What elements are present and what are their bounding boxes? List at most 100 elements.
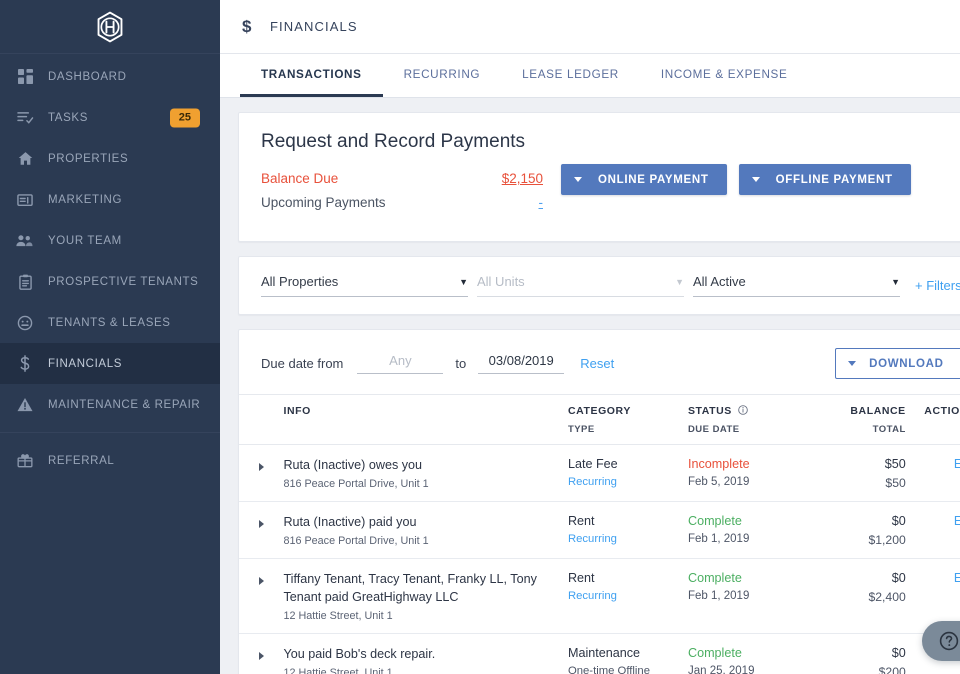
date-from-input[interactable]: Any [357,353,444,374]
col-type-label: TYPE [567,424,595,435]
table-row[interactable]: Tiffany Tenant, Tracy Tenant, Franky LL,… [239,558,960,634]
cell-category: Maintenance One-time Offline [567,633,688,674]
due-date-from-label: Due date from [261,356,344,371]
type-value[interactable]: Recurring [568,590,688,602]
due-date-value: Jan 25, 2019 [687,664,755,674]
info-main: Tiffany Tenant, Tracy Tenant, Franky LL,… [283,572,537,604]
cell-status: Complete Jan 25, 2019 [687,633,811,674]
cell-info: Ruta (Inactive) owes you 816 Peace Porta… [283,444,568,502]
chevron-right-icon [258,577,264,585]
tab-income-expense[interactable]: INCOME & EXPENSE [640,54,809,97]
reset-dates-button[interactable]: Reset [580,356,614,371]
cell-info: Ruta (Inactive) paid you 816 Peace Porta… [283,501,568,559]
cell-status: Incomplete Feb 5, 2019 [687,444,811,502]
balance-due-value[interactable]: $2,150 [483,171,543,186]
chevron-right-icon [258,651,264,660]
cell-info: Tiffany Tenant, Tracy Tenant, Franky LL,… [283,558,568,634]
online-payment-button[interactable]: ONLINE PAYMENT [561,164,727,195]
status-select[interactable]: All Active ▼ [693,274,900,297]
download-button[interactable]: DOWNLOAD [835,348,960,379]
main-area: $ FINANCIALS TRANSACTIONS RECURRING LEAS… [220,0,960,674]
category-value: Rent [567,514,595,528]
sidebar-item-tasks[interactable]: TASKS 25 [0,97,220,138]
type-value[interactable]: Recurring [568,533,688,545]
sidebar-item-label: DASHBOARD [48,70,127,83]
info-main: Ruta (Inactive) paid you [283,515,417,529]
row-action-link[interactable]: Edit [906,457,960,471]
cell-balance: $50 $50 [810,444,906,502]
sidebar-item-prospective-tenants[interactable]: PROSPECTIVE TENANTS [0,261,220,302]
table-head: INFO CATEGORY TYPE STATUS DUE DATE BALAN… [239,394,960,445]
col-status: STATUS DUE DATE [687,394,811,445]
dollar-sign-icon [12,355,38,372]
col-actions: ACTIONS [905,394,960,445]
help-button[interactable]: Help [922,621,960,661]
col-status-label-wrap: STATUS [688,405,810,417]
row-action-link[interactable]: Edit [906,571,960,585]
total-value: $200 [878,664,906,674]
cell-actions: Edit [905,444,960,502]
tab-recurring[interactable]: RECURRING [383,54,502,97]
tab-transactions[interactable]: TRANSACTIONS [240,54,383,97]
sidebar-logo[interactable] [0,0,220,54]
table-row[interactable]: You paid Bob's deck repair. 12 Hattie St… [239,633,960,674]
sidebar-item-label: FINANCIALS [48,357,123,370]
col-total-label: TOTAL [872,424,906,435]
row-expander[interactable] [239,444,284,502]
sidebar-item-referral[interactable]: REFERRAL [0,440,220,481]
sidebar-item-properties[interactable]: PROPERTIES [0,138,220,179]
category-value: Rent [567,571,595,585]
sidebar-item-marketing[interactable]: MARKETING [0,179,220,220]
cell-balance: $0 $1,200 [810,501,906,559]
cell-category: Rent Recurring [567,558,688,634]
unit-select-value: All Units [477,274,525,289]
tab-lease-ledger[interactable]: LEASE LEDGER [501,54,640,97]
status-badge: Complete [687,571,742,585]
cell-balance: $0 $2,400 [810,558,906,634]
sidebar-item-financials[interactable]: FINANCIALS [0,343,220,384]
filters-card: All Properties ▼ All Units ▼ All Active … [238,256,960,315]
online-payment-label: ONLINE PAYMENT [598,173,709,186]
transactions-table-card: Due date from Any to 03/08/2019 Reset DO… [238,329,960,674]
total-value: $1,200 [868,533,906,547]
row-action-link[interactable]: Edit [906,514,960,528]
sidebar-item-label: MAINTENANCE & REPAIR [48,398,201,411]
property-select[interactable]: All Properties ▼ [261,274,468,297]
col-balance-label: BALANCE [850,405,906,417]
sidebar: DASHBOARD TASKS 25 PROPERTIES MARKETING … [0,0,220,674]
chevron-right-icon [258,520,264,528]
table-row[interactable]: Ruta (Inactive) paid you 816 Peace Porta… [239,501,960,559]
transactions-table: INFO CATEGORY TYPE STATUS DUE DATE BALAN… [239,394,960,674]
total-value: $2,400 [868,590,906,604]
sidebar-item-your-team[interactable]: YOUR TEAM [0,220,220,261]
row-expander[interactable] [239,501,284,559]
row-expander[interactable] [239,558,284,634]
info-circle-icon[interactable] [738,405,749,415]
unit-select[interactable]: All Units ▼ [477,274,684,297]
sidebar-item-tenants-leases[interactable]: TENANTS & LEASES [0,302,220,343]
chevron-right-icon [258,463,264,471]
status-select-value: All Active [693,274,746,289]
sidebar-item-maintenance-repair[interactable]: MAINTENANCE & REPAIR [0,384,220,425]
home-icon [12,151,38,166]
add-filters-button[interactable]: + Filters [915,278,960,293]
date-to-input[interactable]: 03/08/2019 [478,353,565,374]
cell-info: You paid Bob's deck repair. 12 Hattie St… [283,633,568,674]
total-value: $50 [885,476,906,490]
chevron-down-icon: ▼ [459,276,468,287]
upcoming-payments-value[interactable]: - [483,195,544,210]
row-expander[interactable] [239,633,284,674]
sidebar-item-dashboard[interactable]: DASHBOARD [0,56,220,97]
clipboard-icon [12,274,38,290]
payment-buttons: ONLINE PAYMENT OFFLINE PAYMENT [561,164,911,219]
date-range-to-label: to [455,356,467,371]
category-value: Late Fee [567,457,618,471]
request-record-payments-card: Request and Record Payments Balance Due … [238,112,960,242]
question-circle-icon [940,631,959,651]
type-value[interactable]: Recurring [568,476,688,488]
table-row[interactable]: Ruta (Inactive) owes you 816 Peace Porta… [239,444,960,502]
status-badge: Complete [687,514,742,528]
status-badge: Incomplete [687,457,750,471]
offline-payment-button[interactable]: OFFLINE PAYMENT [738,164,911,195]
sidebar-item-label: YOUR TEAM [48,234,122,247]
